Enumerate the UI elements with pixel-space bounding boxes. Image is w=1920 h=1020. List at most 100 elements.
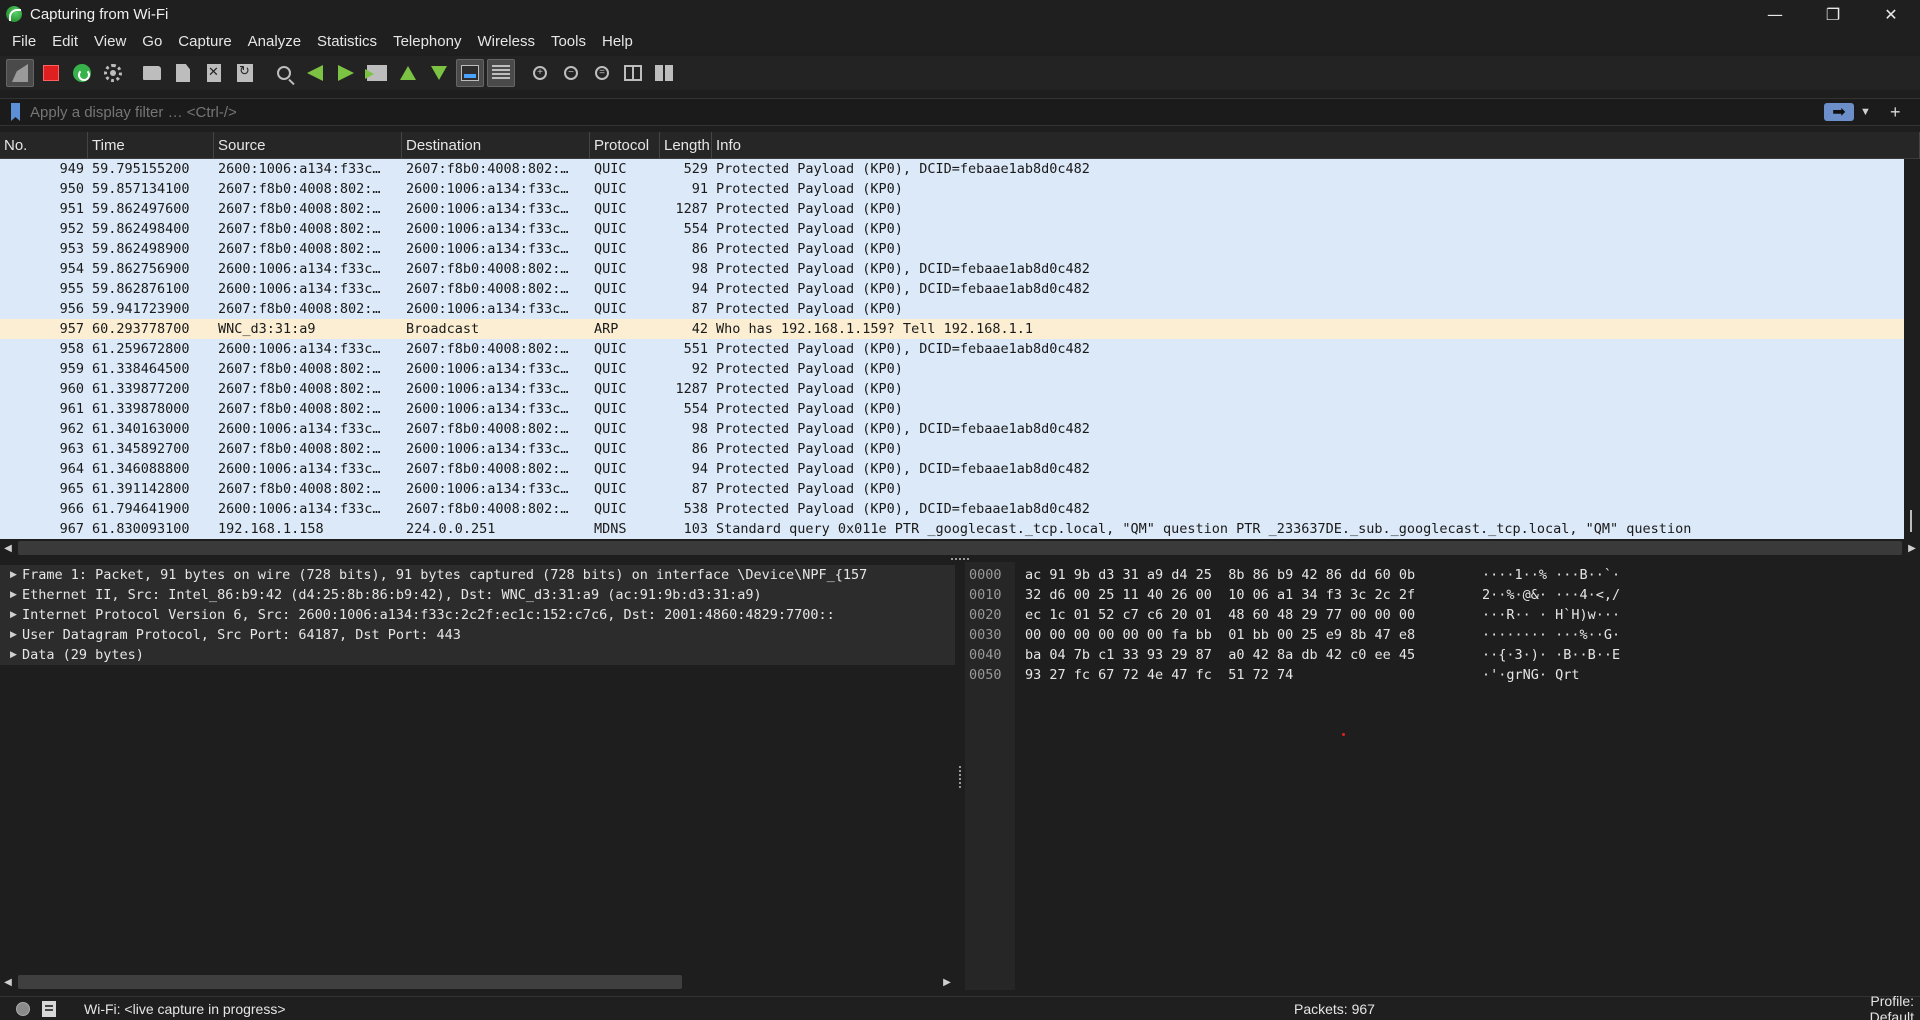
close-file-button[interactable] (200, 59, 228, 87)
hex-line[interactable]: ba 04 7b c1 33 93 29 87 a0 42 8a db 42 c… (1025, 645, 1415, 665)
menu-statistics[interactable]: Statistics (309, 33, 385, 50)
packet-row[interactable]: 963 61.345892700 2607:f8b0:4008:802:… 2600:… (0, 439, 1920, 459)
packet-row[interactable]: 961 61.339878000 2607:f8b0:4008:802:… 2600:… (0, 399, 1920, 419)
packet-row[interactable]: 960 61.339877200 2607:f8b0:4008:802:… 2600:… (0, 379, 1920, 399)
capture-options-button[interactable] (99, 59, 127, 87)
packet-row[interactable]: 955 59.862876100 2600:1006:a134:f33c… 2607:… (0, 279, 1920, 299)
packet-list-vscrollbar[interactable] (1904, 159, 1920, 540)
column-protocol[interactable]: Protocol (590, 132, 660, 159)
ascii-line[interactable]: ··{·3·)· ·B··B··E (1482, 645, 1620, 665)
expand-caret-icon[interactable]: ▶ (0, 650, 22, 660)
scroll-thumb[interactable] (1910, 510, 1912, 532)
restart-capture-button[interactable] (68, 59, 96, 87)
scroll-thumb[interactable] (18, 541, 1902, 555)
menu-wireless[interactable]: Wireless (469, 33, 543, 50)
find-packet-button[interactable] (270, 59, 298, 87)
zoom-out-button[interactable]: − (557, 59, 585, 87)
packet-row[interactable]: 959 61.338464500 2607:f8b0:4008:802:… 2600:… (0, 359, 1920, 379)
packet-row[interactable]: 962 61.340163000 2600:1006:a134:f33c… 2607:… (0, 419, 1920, 439)
hex-dump[interactable]: ac 91 9b d3 31 a9 d4 25 8b 86 b9 42 86 d… (1025, 565, 1415, 685)
packet-row[interactable]: 958 61.259672800 2600:1006:a134:f33c… 2607:… (0, 339, 1920, 359)
ascii-line[interactable]: ········ ···%··G· (1482, 625, 1620, 645)
filter-bookmark-icon[interactable] (11, 103, 20, 121)
ascii-dump[interactable]: ····1··% ···B··`· 2··%·@&· ···4·<,/ ···R… (1482, 565, 1620, 685)
filter-history-dropdown[interactable]: ▼ (1860, 106, 1876, 118)
column-destination[interactable]: Destination (402, 132, 590, 159)
capture-comment-icon[interactable] (42, 1000, 56, 1017)
expand-caret-icon[interactable]: ▶ (0, 570, 22, 580)
normal-size-button[interactable]: = (588, 59, 616, 87)
packet-row[interactable]: 956 59.941723900 2607:f8b0:4008:802:… 2600:… (0, 299, 1920, 319)
apply-filter-button[interactable]: ➡ (1824, 103, 1854, 121)
menu-file[interactable]: File (4, 33, 44, 50)
menu-edit[interactable]: Edit (44, 33, 86, 50)
menu-tools[interactable]: Tools (543, 33, 594, 50)
detail-row-data[interactable]: ▶ Data (29 bytes) (0, 645, 955, 665)
colorize-button[interactable] (487, 59, 515, 87)
ascii-line[interactable]: ···R·· · H`H)w··· (1482, 605, 1620, 625)
packet-row[interactable]: 957 60.293778700 WNC_d3:31:a9 Broadcast ARP 4… (0, 319, 1920, 339)
column-time[interactable]: Time (88, 132, 214, 159)
scroll-thumb[interactable] (18, 975, 682, 989)
hex-line[interactable]: ec 1c 01 52 c7 c6 20 01 48 60 48 29 77 0… (1025, 605, 1415, 625)
hex-line[interactable]: 32 d6 00 25 11 40 26 00 10 06 a1 34 f3 3… (1025, 585, 1415, 605)
column-info[interactable]: Info (712, 132, 1920, 159)
detail-row-ipv6[interactable]: ▶ Internet Protocol Version 6, Src: 2600:… (0, 605, 955, 625)
ascii-line[interactable]: ····1··% ···B··`· (1482, 565, 1620, 585)
column-length[interactable]: Length (660, 132, 712, 159)
go-forward-button[interactable] (332, 59, 360, 87)
go-last-button[interactable] (425, 59, 453, 87)
zoom-in-button[interactable]: + (526, 59, 554, 87)
add-filter-button[interactable]: + (1890, 102, 1912, 123)
packet-row[interactable]: 949 59.795155200 2600:1006:a134:f33c… 2607:… (0, 159, 1920, 179)
menu-analyze[interactable]: Analyze (240, 33, 309, 50)
vertical-splitter[interactable] (955, 562, 965, 990)
packet-row[interactable]: 951 59.862497600 2607:f8b0:4008:802:… 2600:… (0, 199, 1920, 219)
menu-go[interactable]: Go (134, 33, 170, 50)
go-back-button[interactable] (301, 59, 329, 87)
stop-capture-button[interactable] (37, 59, 65, 87)
column-no[interactable]: No. (0, 132, 88, 159)
splitter-grip[interactable] (959, 766, 961, 788)
layout-button[interactable] (650, 59, 678, 87)
go-first-button[interactable] (394, 59, 422, 87)
menu-view[interactable]: View (86, 33, 134, 50)
packet-row[interactable]: 954 59.862756900 2600:1006:a134:f33c… 2607:… (0, 259, 1920, 279)
ascii-line[interactable]: 2··%·@&· ···4·<,/ (1482, 585, 1620, 605)
menu-help[interactable]: Help (594, 33, 641, 50)
detail-row-ethernet[interactable]: ▶ Ethernet II, Src: Intel_86:b9:42 (d4:25… (0, 585, 955, 605)
ascii-line[interactable]: ·'·grNG· Qrt (1482, 665, 1620, 685)
go-to-packet-button[interactable] (363, 59, 391, 87)
scroll-right-icon[interactable]: ▶ (939, 974, 955, 990)
start-capture-button[interactable] (6, 59, 34, 87)
minimize-button[interactable]: — (1746, 0, 1804, 28)
packet-row[interactable]: 966 61.794641900 2600:1006:a134:f33c… 2607:… (0, 499, 1920, 519)
hex-line[interactable]: 00 00 00 00 00 00 fa bb 01 bb 00 25 e9 8… (1025, 625, 1415, 645)
reload-file-button[interactable] (231, 59, 259, 87)
packet-list-hscrollbar[interactable]: ◀ ▶ (0, 540, 1920, 556)
profile-status[interactable]: Profile: Default (1824, 993, 1920, 1020)
close-button[interactable]: ✕ (1862, 0, 1920, 28)
expert-info-icon[interactable] (16, 1001, 30, 1016)
expand-caret-icon[interactable]: ▶ (0, 630, 22, 640)
maximize-button[interactable]: ❐ (1804, 0, 1862, 28)
resize-columns-button[interactable] (619, 59, 647, 87)
save-file-button[interactable] (169, 59, 197, 87)
detail-row-udp[interactable]: ▶ User Datagram Protocol, Src Port: 64187… (0, 625, 955, 645)
expand-caret-icon[interactable]: ▶ (0, 590, 22, 600)
open-file-button[interactable] (138, 59, 166, 87)
auto-scroll-button[interactable] (456, 59, 484, 87)
splitter-grip[interactable] (951, 558, 971, 560)
packet-row[interactable]: 950 59.857134100 2607:f8b0:4008:802:… 2600:… (0, 179, 1920, 199)
menu-telephony[interactable]: Telephony (385, 33, 469, 50)
display-filter-input[interactable] (30, 103, 1824, 121)
packet-row[interactable]: 964 61.346088800 2600:1006:a134:f33c… 2607:… (0, 459, 1920, 479)
packet-row[interactable]: 953 59.862498900 2607:f8b0:4008:802:… 2600:… (0, 239, 1920, 259)
packet-row[interactable]: 952 59.862498400 2607:f8b0:4008:802:… 2600:… (0, 219, 1920, 239)
scroll-right-icon[interactable]: ▶ (1904, 540, 1920, 556)
packet-row[interactable]: 965 61.391142800 2607:f8b0:4008:802:… 2600:… (0, 479, 1920, 499)
menu-capture[interactable]: Capture (170, 33, 239, 50)
expand-caret-icon[interactable]: ▶ (0, 610, 22, 620)
hex-line[interactable]: ac 91 9b d3 31 a9 d4 25 8b 86 b9 42 86 d… (1025, 565, 1415, 585)
packet-row[interactable]: 967 61.830093100 192.168.1.158 224.0.0.251 M… (0, 519, 1920, 539)
